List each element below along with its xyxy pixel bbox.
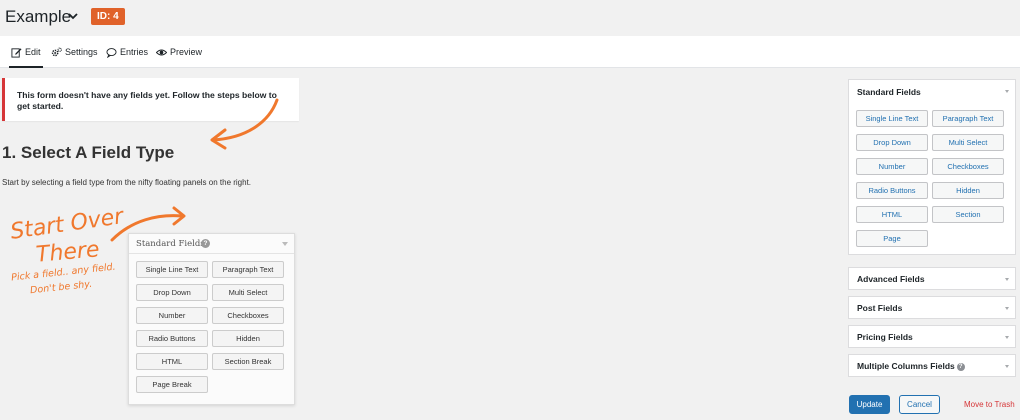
tab-entries-label: Entries	[120, 47, 149, 57]
example-field-button: HTML	[136, 353, 208, 370]
update-button[interactable]: Update	[849, 395, 890, 414]
cancel-button[interactable]: Cancel	[899, 395, 940, 414]
pricing-fields-title[interactable]: Pricing Fields	[857, 332, 913, 342]
eye-icon	[156, 49, 167, 55]
move-to-trash-link[interactable]: Move to Trash	[964, 400, 1015, 409]
tab-preview[interactable]: Preview	[156, 45, 202, 59]
example-panel-title: Standard Fields	[136, 239, 205, 249]
example-field-button: Hidden	[212, 330, 284, 347]
multiple-columns-fields-panel[interactable]: Multiple Columns Fields?	[848, 354, 1016, 377]
example-field-button: Single Line Text	[136, 261, 208, 278]
speech-bubble-icon	[106, 47, 117, 58]
tab-edit-label: Edit	[25, 47, 41, 57]
add-paragraph-text-button[interactable]: Paragraph Text	[932, 110, 1004, 127]
standard-fields-title[interactable]: Standard Fields	[857, 87, 921, 97]
arrow-to-notice-icon	[210, 98, 279, 150]
step-title: 1. Select A Field Type	[2, 143, 175, 162]
caret-down-icon[interactable]	[1005, 307, 1009, 310]
annotation-line-4: Don't be shy.	[29, 278, 93, 297]
step-description: Start by selecting a field type from the…	[2, 178, 252, 187]
form-toolbar: Edit Settings Entries Preview	[0, 36, 1020, 68]
pencil-square-icon	[11, 47, 22, 58]
add-single-line-text-button[interactable]: Single Line Text	[856, 110, 928, 127]
add-html-button[interactable]: HTML	[856, 206, 928, 223]
pricing-fields-panel[interactable]: Pricing Fields	[848, 325, 1016, 348]
advanced-fields-title[interactable]: Advanced Fields	[857, 274, 925, 284]
add-number-button[interactable]: Number	[856, 158, 928, 175]
add-checkboxes-button[interactable]: Checkboxes	[932, 158, 1004, 175]
tab-edit[interactable]: Edit	[9, 45, 43, 68]
example-field-button: Paragraph Text	[212, 261, 284, 278]
example-field-button: Section Break	[212, 353, 284, 370]
example-panel-header: Standard Fields ?	[129, 234, 294, 254]
help-icon: ?	[201, 239, 210, 248]
gears-icon	[51, 47, 62, 56]
post-fields-panel[interactable]: Post Fields	[848, 296, 1016, 319]
example-fields-panel: Standard Fields ? Single Line Text Parag…	[128, 233, 295, 405]
caret-down-icon[interactable]	[1005, 90, 1009, 93]
caret-down-icon[interactable]	[1005, 278, 1009, 281]
tab-settings[interactable]: Settings	[51, 45, 98, 59]
add-section-button[interactable]: Section	[932, 206, 1004, 223]
form-id-badge: ID: 4	[91, 8, 125, 25]
caret-down-icon[interactable]	[1005, 336, 1009, 339]
example-field-button: Drop Down	[136, 284, 208, 301]
chevron-down-icon[interactable]	[67, 10, 79, 22]
post-fields-title[interactable]: Post Fields	[857, 303, 902, 313]
caret-down-icon[interactable]	[1005, 365, 1009, 368]
add-radio-buttons-button[interactable]: Radio Buttons	[856, 182, 928, 199]
multiple-columns-fields-title: Multiple Columns Fields	[857, 361, 955, 371]
standard-fields-panel: Standard Fields Single Line Text Paragra…	[848, 79, 1016, 255]
help-icon[interactable]: ?	[956, 363, 965, 371]
advanced-fields-panel[interactable]: Advanced Fields	[848, 267, 1016, 290]
caret-down-icon	[282, 242, 288, 246]
tab-settings-label: Settings	[65, 47, 98, 57]
example-field-button: Checkboxes	[212, 307, 284, 324]
tab-preview-label: Preview	[170, 47, 203, 57]
multiple-columns-fields-header[interactable]: Multiple Columns Fields?	[857, 361, 965, 371]
example-field-button: Multi Select	[212, 284, 284, 301]
form-title[interactable]: Example	[5, 7, 71, 27]
tab-entries[interactable]: Entries	[106, 45, 148, 59]
add-hidden-button[interactable]: Hidden	[932, 182, 1004, 199]
example-field-button: Number	[136, 307, 208, 324]
example-field-button: Radio Buttons	[136, 330, 208, 347]
example-field-button: Page Break	[136, 376, 208, 393]
add-multi-select-button[interactable]: Multi Select	[932, 134, 1004, 151]
add-page-button[interactable]: Page	[856, 230, 928, 247]
add-drop-down-button[interactable]: Drop Down	[856, 134, 928, 151]
form-header: Example ID: 4	[0, 0, 1020, 36]
